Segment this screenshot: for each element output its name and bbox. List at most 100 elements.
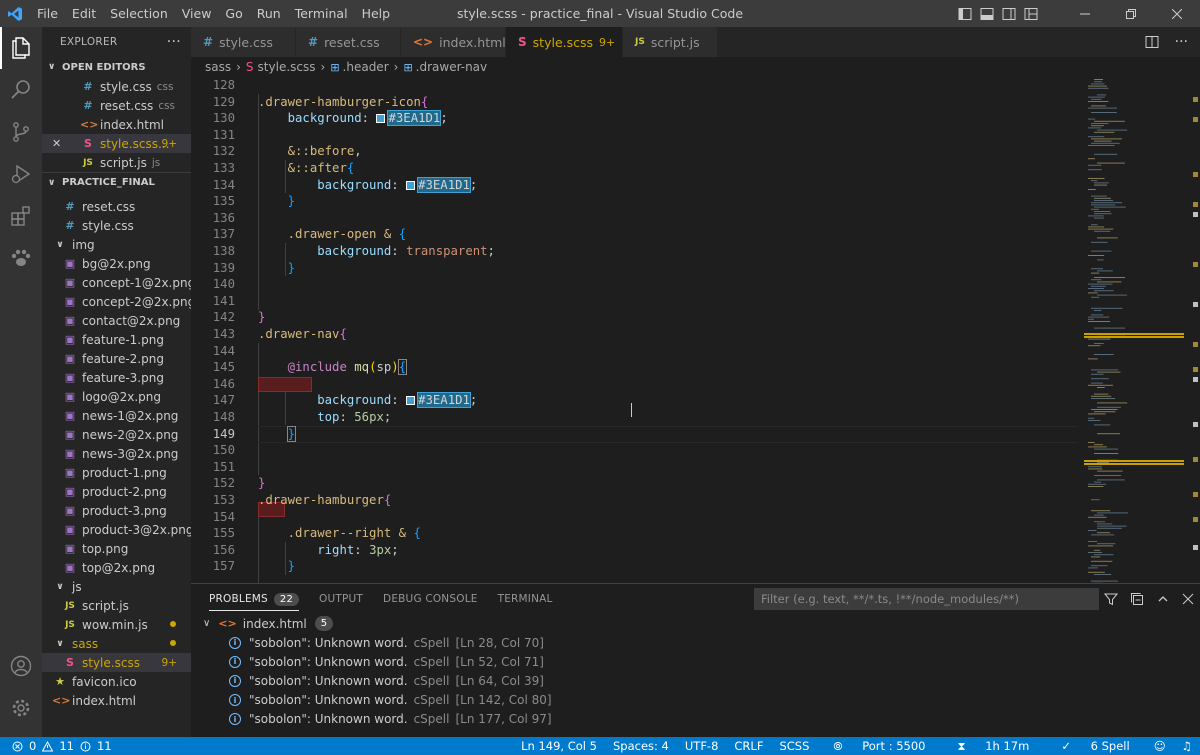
breadcrumb-item[interactable]: .drawer-nav: [416, 60, 487, 74]
encoding[interactable]: UTF-8: [677, 739, 727, 753]
explorer-more-icon[interactable]: ···: [167, 34, 181, 50]
tab-index-html[interactable]: <> index.html: [401, 27, 506, 57]
open-editor-item[interactable]: JS script.js js: [42, 153, 191, 172]
project-header[interactable]: ∨ PRACTICE_FINAL: [42, 172, 191, 192]
split-editor-icon[interactable]: [1145, 35, 1159, 49]
folder-item[interactable]: ∨ img: [42, 235, 191, 254]
file-item[interactable]: ▣ logo@2x.png: [42, 387, 191, 406]
customize-layout-icon[interactable]: [1024, 7, 1038, 21]
problem-item[interactable]: i "sobolon": Unknown word. cSpell [Ln 52, C…: [191, 652, 1200, 671]
restore-button[interactable]: [1108, 0, 1154, 27]
file-item[interactable]: ▣ feature-3.png: [42, 368, 191, 387]
open-editor-item[interactable]: <> index.html: [42, 115, 191, 134]
file-item[interactable]: ▣ contact@2x.png: [42, 311, 191, 330]
language-mode[interactable]: SCSS: [771, 739, 817, 753]
session-timer[interactable]: ⧗ 1h 17m: [942, 739, 1046, 754]
close-window-button[interactable]: [1154, 0, 1200, 27]
problem-item[interactable]: i "sobolon": Unknown word. cSpell [Ln 177, …: [191, 710, 1200, 729]
code-editor[interactable]: 128 129 .drawer-hamburger-icon{130 backgro…: [191, 77, 1200, 583]
problem-item[interactable]: i "sobolon": Unknown word. cSpell [Ln 28, C…: [191, 633, 1200, 652]
tab-reset-css[interactable]: # reset.css: [296, 27, 401, 57]
menu-view[interactable]: View: [175, 0, 219, 27]
problem-item[interactable]: i "sobolon": Unknown word. cSpell [Ln 142, …: [191, 691, 1200, 710]
file-item[interactable]: <> index.html: [42, 691, 191, 710]
menu-edit[interactable]: Edit: [65, 0, 103, 27]
file-item[interactable]: ▣ product-3@2x.png: [42, 520, 191, 539]
file-item[interactable]: # reset.css: [42, 197, 191, 216]
menu-run[interactable]: Run: [250, 0, 288, 27]
folder-item[interactable]: ∨ sass: [42, 634, 191, 653]
end-of-line[interactable]: CRLF: [726, 739, 771, 753]
panel-tab-debug-console[interactable]: DEBUG CONSOLE: [383, 584, 478, 614]
tab-script-js[interactable]: JS script.js: [623, 27, 718, 57]
file-item[interactable]: ▣ feature-1.png: [42, 330, 191, 349]
breadcrumb-item[interactable]: .header: [343, 60, 389, 74]
menu-go[interactable]: Go: [218, 0, 249, 27]
minimap[interactable]: [1084, 77, 1184, 584]
problems-status[interactable]: 0 11 11: [0, 739, 112, 753]
spell-checker[interactable]: ✓ 6 Spell: [1045, 739, 1145, 753]
open-editor-item[interactable]: ✕ Sstyle.scss... 9+: [42, 134, 191, 153]
tab-style-css[interactable]: # style.css: [191, 27, 296, 57]
open-editors-header[interactable]: ∨ OPEN EDITORS: [42, 57, 191, 77]
tab-style-scss[interactable]: Sstyle.scss 9+: [506, 27, 623, 57]
panel-tab-problems[interactable]: PROBLEMS 22: [209, 584, 300, 614]
paw-extension-icon[interactable]: [0, 237, 42, 279]
menu-selection[interactable]: Selection: [103, 0, 175, 27]
explorer-icon[interactable]: [0, 27, 42, 69]
open-editor-item[interactable]: # style.css css: [42, 77, 191, 96]
minimize-button[interactable]: [1062, 0, 1108, 27]
open-editor-item[interactable]: # reset.css css: [42, 96, 191, 115]
menu-file[interactable]: File: [30, 0, 65, 27]
run-debug-icon[interactable]: [0, 153, 42, 195]
file-item[interactable]: ▣ bg@2x.png: [42, 254, 191, 273]
chevron-down-icon[interactable]: ∨: [52, 639, 68, 649]
chevron-down-icon[interactable]: ∨: [52, 582, 68, 592]
breadcrumb-item[interactable]: sass: [205, 60, 231, 74]
file-item[interactable]: ▣ product-3.png: [42, 501, 191, 520]
file-item[interactable]: ▣ product-2.png: [42, 482, 191, 501]
close-panel-icon[interactable]: [1182, 593, 1194, 605]
search-icon[interactable]: [0, 69, 42, 111]
toggle-secondary-sidebar-icon[interactable]: [1002, 7, 1016, 21]
problems-filter-input[interactable]: Filter (e.g. text, **/*.ts, !**/node_mod…: [754, 588, 1099, 610]
file-item[interactable]: ▣ feature-2.png: [42, 349, 191, 368]
feedback-icon[interactable]: ☺: [1146, 739, 1174, 753]
editor-more-icon[interactable]: ···: [1175, 34, 1188, 50]
problem-item[interactable]: i "sobolon": Unknown word. cSpell [Ln 64, C…: [191, 671, 1200, 690]
file-item[interactable]: Sstyle.scss 9+: [42, 653, 191, 672]
toggle-sidebar-icon[interactable]: [958, 7, 972, 21]
file-item[interactable]: ▣ news-2@2x.png: [42, 425, 191, 444]
breadcrumb-item[interactable]: style.scss: [258, 60, 316, 74]
chevron-down-icon[interactable]: ∨: [52, 240, 68, 250]
folder-item[interactable]: ∨ js: [42, 577, 191, 596]
file-item[interactable]: JS script.js: [42, 596, 191, 615]
file-item[interactable]: ▣ news-3@2x.png: [42, 444, 191, 463]
file-item[interactable]: ▣ product-1.png: [42, 463, 191, 482]
problems-file-group[interactable]: ∨ <> index.html 5: [191, 614, 1200, 633]
accounts-icon[interactable]: [0, 645, 42, 687]
maximize-panel-icon[interactable]: [1156, 592, 1170, 606]
file-item[interactable]: JS wow.min.js: [42, 615, 191, 634]
notifications-icon[interactable]: ♫: [1174, 739, 1200, 753]
menu-help[interactable]: Help: [355, 0, 398, 27]
toggle-panel-icon[interactable]: [980, 7, 994, 21]
cursor-position[interactable]: Ln 149, Col 5: [513, 739, 605, 753]
close-icon[interactable]: ✕: [52, 137, 68, 150]
file-item[interactable]: ▣ top@2x.png: [42, 558, 191, 577]
gear-icon[interactable]: [0, 687, 42, 729]
collapse-all-icon[interactable]: [1130, 592, 1144, 606]
menu-terminal[interactable]: Terminal: [288, 0, 355, 27]
file-item[interactable]: ▣ news-1@2x.png: [42, 406, 191, 425]
panel-tab-terminal[interactable]: TERMINAL: [498, 584, 553, 614]
vertical-scrollbar[interactable]: [1188, 77, 1200, 583]
file-item[interactable]: ▣ concept-1@2x.png: [42, 273, 191, 292]
file-item[interactable]: ▣ top.png: [42, 539, 191, 558]
file-item[interactable]: ★ favicon.ico: [42, 672, 191, 691]
extensions-icon[interactable]: [0, 195, 42, 237]
live-server-port[interactable]: ⦾ Port : 5500: [817, 739, 941, 754]
source-control-icon[interactable]: [0, 111, 42, 153]
file-item[interactable]: ▣ concept-2@2x.png: [42, 292, 191, 311]
indentation[interactable]: Spaces: 4: [605, 739, 677, 753]
filter-icon[interactable]: [1104, 592, 1118, 606]
